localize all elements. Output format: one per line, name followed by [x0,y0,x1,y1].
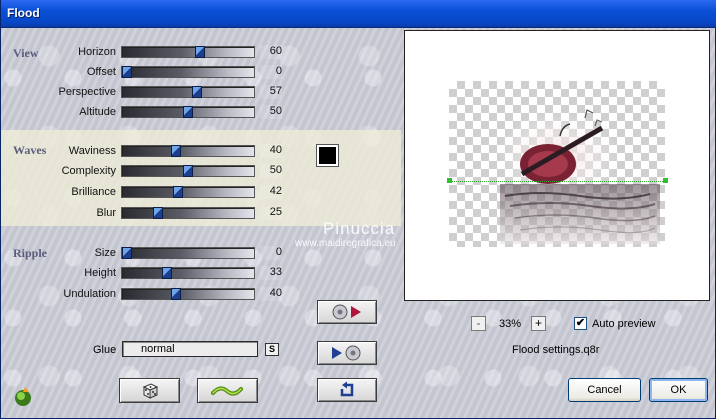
value-complexity[interactable]: 50 [260,164,282,178]
slider-thumb[interactable] [171,288,181,300]
flood-dialog: Flood View Waves Ripple Horizon 60 Offse… [0,0,716,419]
waves-color-swatch[interactable] [316,144,339,167]
param-label-perspective: Perspective [58,86,116,98]
slider-waviness[interactable] [121,145,255,157]
window-title: Flood [7,6,40,20]
auto-preview-checkbox[interactable]: ✔ [574,317,587,330]
value-height[interactable]: 33 [260,266,282,280]
wave-button[interactable] [197,378,258,403]
value-blur[interactable]: 25 [260,206,282,220]
title-bar[interactable]: Flood [1,0,716,28]
slider-thumb[interactable] [122,66,132,78]
preview-image [500,109,660,244]
slider-thumb[interactable] [162,267,172,279]
slider-blur[interactable] [121,207,255,219]
slider-height[interactable] [121,267,255,279]
param-label-undulation: Undulation [63,288,116,300]
slider-perspective[interactable] [121,86,255,98]
load-preset-button[interactable] [317,300,377,324]
glue-select[interactable]: normal [122,341,258,357]
param-label-horizon: Horizon [78,46,116,58]
value-waviness[interactable]: 40 [260,144,282,158]
auto-preview-label[interactable]: Auto preview [592,318,656,330]
horizon-line [449,181,665,182]
slider-thumb[interactable] [153,207,163,219]
save-preset-button[interactable] [317,341,377,365]
horizon-handle-left[interactable] [447,178,452,183]
param-label-height: Height [84,267,116,279]
slider-thumb[interactable] [195,46,205,58]
watermark-name: Pinuccia [323,219,396,238]
value-horizon[interactable]: 60 [260,45,282,59]
slider-horizon[interactable] [121,46,255,58]
zoom-level: 33% [498,318,522,330]
filters-unlimited-icon [11,384,35,408]
slider-size[interactable] [121,247,255,259]
preview-area[interactable] [404,30,710,301]
param-label-complexity: Complexity [61,165,116,177]
param-label-blur: Blur [96,207,116,219]
zoom-out-button[interactable]: - [471,316,486,331]
value-perspective[interactable]: 57 [260,85,282,99]
slider-thumb[interactable] [122,247,132,259]
slider-altitude[interactable] [121,106,255,118]
slider-thumb[interactable] [183,106,193,118]
value-undulation[interactable]: 40 [260,287,282,301]
slider-undulation[interactable] [121,288,255,300]
load-preset-icon [332,304,361,320]
reset-button[interactable] [317,378,377,402]
slider-thumb[interactable] [183,165,193,177]
settings-filename: Flood settings.q8r [512,344,600,356]
ok-button[interactable]: OK [649,378,708,402]
dice-icon [142,382,158,399]
watermark-url: www.maidiregrafica.eu [295,238,396,249]
slider-thumb[interactable] [173,186,183,198]
value-offset[interactable]: 0 [260,65,282,79]
random-button[interactable] [119,378,180,403]
glue-s-button[interactable]: S [265,343,279,356]
cancel-button[interactable]: Cancel [568,378,641,402]
param-label-offset: Offset [86,66,116,78]
slider-complexity[interactable] [121,165,255,177]
slider-offset[interactable] [121,66,255,78]
value-altitude[interactable]: 50 [260,105,282,119]
param-label-size: Size [94,247,116,259]
param-label-waviness: Waviness [68,145,116,157]
glue-label: Glue [93,344,117,356]
horizon-handle-right[interactable] [663,178,668,183]
param-label-altitude: Altitude [79,106,116,118]
value-brilliance[interactable]: 42 [260,185,282,199]
slider-thumb[interactable] [171,145,181,157]
slider-brilliance[interactable] [121,186,255,198]
param-label-brilliance: Brilliance [71,186,116,198]
slider-thumb[interactable] [192,86,202,98]
value-size[interactable]: 0 [260,246,282,260]
wave-icon [210,385,243,396]
zoom-in-button[interactable]: + [531,316,546,331]
save-preset-icon [332,345,361,361]
reset-icon [340,381,354,397]
